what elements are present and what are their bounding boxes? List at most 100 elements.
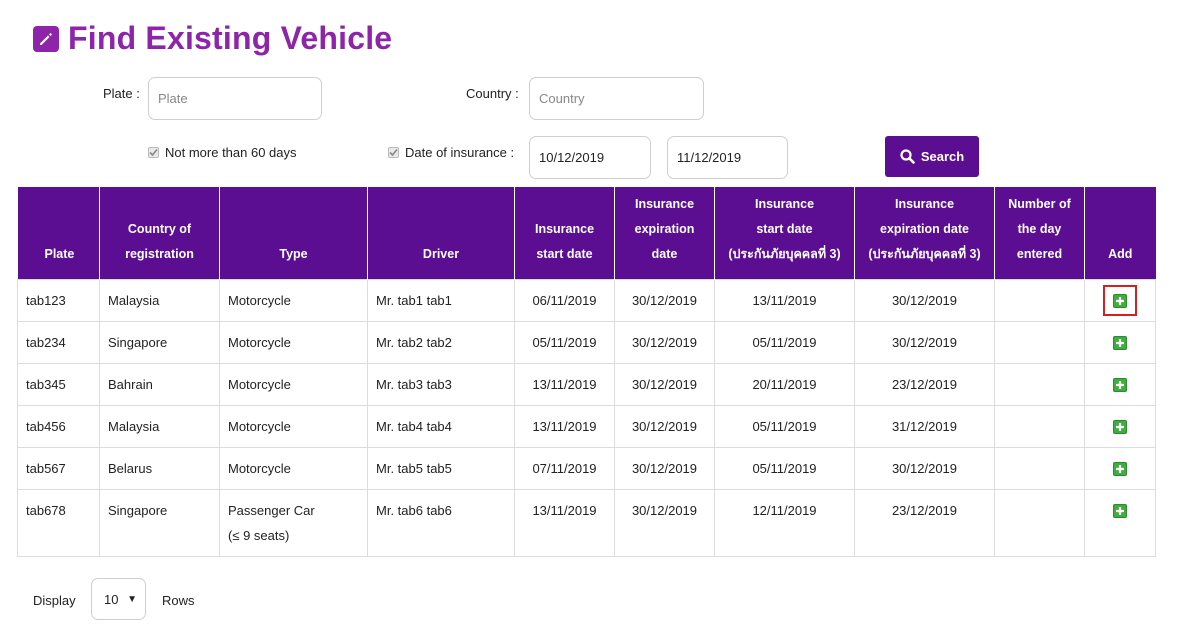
- date-from-input[interactable]: [529, 136, 651, 179]
- column-header-add: Add: [1084, 187, 1156, 279]
- cell-plate: tab345: [17, 362, 100, 406]
- cell-insurance-expiration: 30/12/2019: [614, 320, 715, 364]
- column-header-type: Type: [219, 187, 368, 279]
- cell-tp-expiration: 30/12/2019: [854, 278, 995, 322]
- cell-plate: tab678: [17, 488, 100, 557]
- plus-square-icon[interactable]: [1113, 294, 1127, 309]
- cell-plate: tab567: [17, 446, 100, 490]
- checkbox-icon[interactable]: [388, 147, 399, 158]
- cell-days-entered: [994, 362, 1085, 406]
- not-more-60-days-checkbox[interactable]: Not more than 60 days: [148, 145, 297, 160]
- cell-tp-expiration: 30/12/2019: [854, 446, 995, 490]
- cell-insurance-start: 06/11/2019: [514, 278, 615, 322]
- highlight-box: [1103, 284, 1137, 317]
- date-of-insurance-label: Date of insurance :: [405, 145, 515, 160]
- cell-tp-expiration: 23/12/2019: [854, 362, 995, 406]
- cell-insurance-start: 13/11/2019: [514, 362, 615, 406]
- search-button[interactable]: Search: [885, 136, 979, 177]
- page-header: Find Existing Vehicle: [33, 20, 392, 57]
- column-header-tp-start: Insurance start date (ประกันภัยบุคคลที่ …: [714, 187, 855, 279]
- cell-country: Bahrain: [99, 362, 220, 406]
- cell-add: [1084, 488, 1156, 557]
- not-more-60-days-label: Not more than 60 days: [165, 145, 297, 160]
- search-button-label: Search: [920, 149, 965, 164]
- cell-driver: Mr. tab6 tab6: [367, 488, 515, 557]
- cell-type: Passenger Car (≤ 9 seats): [219, 488, 368, 557]
- cell-days-entered: [994, 278, 1085, 322]
- cell-tp-start: 05/11/2019: [714, 404, 855, 448]
- table-row: tab567 Belarus Motorcycle Mr. tab5 tab5 …: [17, 446, 1156, 490]
- table-row: tab456 Malaysia Motorcycle Mr. tab4 tab4…: [17, 404, 1156, 448]
- cell-insurance-expiration: 30/12/2019: [614, 404, 715, 448]
- table-row: tab234 Singapore Motorcycle Mr. tab2 tab…: [17, 320, 1156, 364]
- cell-tp-start: 20/11/2019: [714, 362, 855, 406]
- rows-per-page-select[interactable]: 10 ▼: [91, 578, 146, 620]
- plate-label: Plate :: [103, 86, 140, 101]
- cell-country: Singapore: [99, 320, 220, 364]
- cell-add: [1084, 404, 1156, 448]
- cell-insurance-start: 13/11/2019: [514, 488, 615, 557]
- search-icon: [900, 149, 915, 164]
- cell-country: Singapore: [99, 488, 220, 557]
- cell-days-entered: [994, 446, 1085, 490]
- table-row: tab345 Bahrain Motorcycle Mr. tab3 tab3 …: [17, 362, 1156, 406]
- date-of-insurance-checkbox[interactable]: Date of insurance :: [388, 145, 514, 160]
- cell-insurance-start: 07/11/2019: [514, 446, 615, 490]
- plus-square-icon[interactable]: [1113, 462, 1127, 477]
- cell-insurance-expiration: 30/12/2019: [614, 278, 715, 322]
- vehicle-table: Plate Country of registration Type Drive…: [17, 187, 1156, 557]
- cell-tp-start: 05/11/2019: [714, 446, 855, 490]
- cell-type: Motorcycle: [219, 320, 368, 364]
- cell-type: Motorcycle: [219, 446, 368, 490]
- cell-add: [1084, 320, 1156, 364]
- table-row: tab678 Singapore Passenger Car (≤ 9 seat…: [17, 488, 1156, 557]
- rows-per-page-value: 10: [104, 591, 119, 607]
- cell-driver: Mr. tab2 tab2: [367, 320, 515, 364]
- cell-plate: tab234: [17, 320, 100, 364]
- table-row: tab123 Malaysia Motorcycle Mr. tab1 tab1…: [17, 278, 1156, 322]
- column-header-days-entered: Number of the day entered: [994, 187, 1085, 279]
- plus-square-icon[interactable]: [1113, 420, 1127, 435]
- country-input[interactable]: [529, 77, 704, 120]
- column-header-plate: Plate: [17, 187, 100, 279]
- date-to-input[interactable]: [667, 136, 788, 179]
- column-header-driver: Driver: [367, 187, 515, 279]
- cell-tp-expiration: 23/12/2019: [854, 488, 995, 557]
- table-header-row: Plate Country of registration Type Drive…: [17, 187, 1156, 279]
- cell-plate: tab456: [17, 404, 100, 448]
- cell-country: Malaysia: [99, 404, 220, 448]
- column-header-tp-expiration: Insurance expiration date (ประกันภัยบุคค…: [854, 187, 995, 279]
- column-header-insurance-start: Insurance start date: [514, 187, 615, 279]
- cell-tp-expiration: 30/12/2019: [854, 320, 995, 364]
- cell-type-line2: (≤ 9 seats): [228, 527, 290, 543]
- cell-type: Motorcycle: [219, 404, 368, 448]
- cell-insurance-expiration: 30/12/2019: [614, 362, 715, 406]
- cell-country: Malaysia: [99, 278, 220, 322]
- column-header-insurance-expiration: Insurance expiration date: [614, 187, 715, 279]
- cell-type: Motorcycle: [219, 362, 368, 406]
- plate-input[interactable]: [148, 77, 322, 120]
- display-label: Display: [33, 593, 76, 608]
- cell-type: Motorcycle: [219, 278, 368, 322]
- cell-days-entered: [994, 488, 1085, 557]
- country-label: Country :: [466, 86, 519, 101]
- cell-driver: Mr. tab1 tab1: [367, 278, 515, 322]
- cell-country: Belarus: [99, 446, 220, 490]
- cell-plate: tab123: [17, 278, 100, 322]
- cell-add: [1084, 446, 1156, 490]
- chevron-down-icon: ▼: [127, 593, 137, 605]
- cell-days-entered: [994, 320, 1085, 364]
- cell-driver: Mr. tab5 tab5: [367, 446, 515, 490]
- edit-icon: [33, 25, 59, 52]
- cell-insurance-expiration: 30/12/2019: [614, 488, 715, 557]
- plus-square-icon[interactable]: [1113, 378, 1127, 393]
- plus-square-icon[interactable]: [1113, 336, 1127, 351]
- cell-days-entered: [994, 404, 1085, 448]
- cell-insurance-start: 13/11/2019: [514, 404, 615, 448]
- plus-square-icon[interactable]: [1113, 504, 1127, 519]
- page-title: Find Existing Vehicle: [68, 20, 393, 56]
- checkbox-icon[interactable]: [148, 147, 159, 158]
- cell-driver: Mr. tab4 tab4: [367, 404, 515, 448]
- cell-tp-expiration: 31/12/2019: [854, 404, 995, 448]
- cell-driver: Mr. tab3 tab3: [367, 362, 515, 406]
